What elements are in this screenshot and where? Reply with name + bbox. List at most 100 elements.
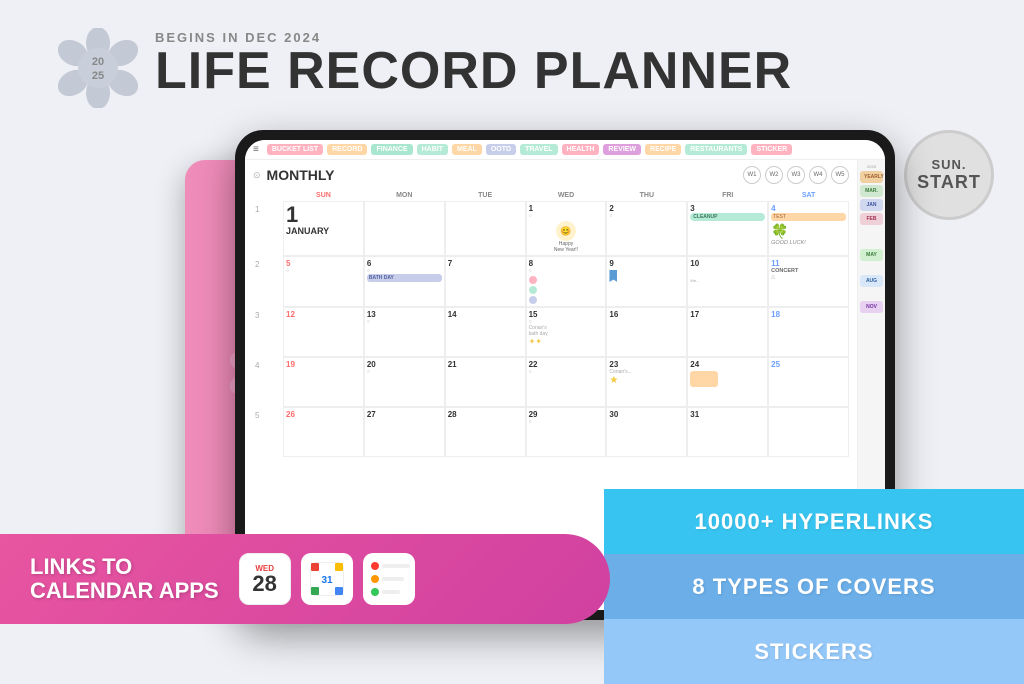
cal-col-wed: WED (526, 190, 607, 201)
cal-cell-wed-1: 1 ○ 😊 Happy New Year!! (526, 201, 607, 256)
svg-text:20: 20 (92, 56, 104, 68)
cal-cell-mon-2: 6 ○ BATH DAY (364, 256, 445, 307)
stickers-banner: STICKERS (604, 619, 1024, 684)
cal-cell-fri-2: 10 We... (687, 256, 768, 307)
covers-text: 8 TYPES OF COVERS (692, 574, 935, 600)
week-badge-5: W5 (831, 166, 849, 184)
cal-cell-wed-4: 22 ○ (526, 357, 607, 407)
cal-cell-sat-4: 25 (768, 357, 849, 407)
side-tab-jan[interactable]: JAN (860, 199, 883, 211)
nav-recipe[interactable]: RECIPE (645, 144, 681, 155)
week-badge-2: W2 (765, 166, 783, 184)
hyperlinks-banner: 10000+ HYPERLINKS (604, 489, 1024, 554)
nav-meal[interactable]: MEAL (452, 144, 482, 155)
cal-col-sat: SAT (768, 190, 849, 201)
side-tab-aug[interactable]: AUG (860, 275, 883, 287)
week-badge-3: W3 (787, 166, 805, 184)
cal-cell-fri-5: 31 (687, 407, 768, 457)
cal-cell-sun-4: 19 (283, 357, 364, 407)
bottom-banner: LINKS TOCALENDAR APPS WED 28 31 (0, 534, 610, 624)
cal-cell-wed-5: 29 ○ (526, 407, 607, 457)
cal-header: ⊙ MONTHLY W1 W2 W3 W4 W5 (253, 166, 849, 184)
cal-cell-fri-4: 24 (687, 357, 768, 407)
row-num-4: 4 (253, 357, 283, 407)
side-tab-nov[interactable]: NOV (860, 301, 883, 313)
week-badge-4: W4 (809, 166, 827, 184)
google-calendar-icon: 31 31 (301, 553, 353, 605)
date-app-icon: WED 28 (239, 553, 291, 605)
cal-cell-thu-4: 23 Conan's... ★ (606, 357, 687, 407)
calendar-apps: WED 28 31 31 (239, 553, 415, 605)
cal-cell-fri-3: 17 (687, 307, 768, 357)
cal-cell-thu-2: 9 (606, 256, 687, 307)
monthly-title: MONTHLY (267, 167, 335, 183)
cal-cell-fri-1: 3 CLEANUP (687, 201, 768, 256)
cal-cell-tue-5: 28 (445, 407, 526, 457)
cal-cell-sat-3: 18 (768, 307, 849, 357)
sun-text: SUN. (931, 157, 966, 172)
cal-col-fri: FRI (687, 190, 768, 201)
cal-col-num (253, 190, 283, 201)
nav-health[interactable]: HEALTH (562, 144, 600, 155)
day-num: 28 (252, 573, 276, 595)
row-num-1: 1 (253, 201, 283, 256)
side-tab-may[interactable]: MAY (860, 249, 883, 261)
week-badges: W1 W2 W3 W4 W5 (743, 166, 849, 184)
cal-cell-sun-2: 5 ○ (283, 256, 364, 307)
svg-text:31: 31 (321, 575, 333, 586)
cal-cell-sat-5 (768, 407, 849, 457)
cal-cell-tue-1 (445, 201, 526, 256)
feature-banners: 10000+ HYPERLINKS 8 TYPES OF COVERS STIC… (604, 489, 1024, 684)
cal-col-mon: MON (364, 190, 445, 201)
cal-cell-sat-1: 4 TEST 🍀 GOOD LUCK! (768, 201, 849, 256)
side-tab-yearly[interactable]: YEARLY (860, 171, 883, 183)
links-text: LINKS TOCALENDAR APPS (30, 555, 219, 603)
cal-col-tue: TUE (445, 190, 526, 201)
sun-start-badge: SUN. START (904, 130, 994, 220)
start-text: START (917, 172, 981, 193)
tablet-nav: ≡ BUCKET LIST RECORD FINANCE HABIT MEAL … (245, 140, 885, 160)
row-num-5: 5 (253, 407, 283, 457)
calendar-grid: SUN MON TUE WED THU FRI SAT 1 1 JANUARY (253, 190, 849, 457)
nav-travel[interactable]: TRAVEL (520, 144, 557, 155)
nav-record[interactable]: RECORD (327, 144, 367, 155)
cal-cell-thu-1: 2 ○ (606, 201, 687, 256)
nav-bucket[interactable]: BUCKET LIST (267, 144, 323, 155)
cal-col-thu: THU (606, 190, 687, 201)
flower-logo: 20 25 (58, 28, 138, 108)
cal-cell-sat-2: 11 CONCERT △ (768, 256, 849, 307)
nav-habit[interactable]: HABIT (417, 144, 448, 155)
hamburger-icon: ≡ (253, 144, 259, 155)
hyperlinks-text: 10000+ HYPERLINKS (695, 509, 934, 535)
reminders-icon (363, 553, 415, 605)
row-num-2: 2 (253, 256, 283, 307)
side-tab-mar[interactable]: MAR. (860, 185, 883, 197)
row-num-3: 3 (253, 307, 283, 357)
nav-review[interactable]: REVIEW (603, 144, 641, 155)
stickers-text: STICKERS (754, 639, 873, 665)
week-badge-1: W1 (743, 166, 761, 184)
cal-cell-mon-3: 13 ○ (364, 307, 445, 357)
cal-cell-sun-5: 26 (283, 407, 364, 457)
main-title: LIFE RECORD PLANNER (155, 45, 792, 97)
cal-cell-tue-2: 7 (445, 256, 526, 307)
cal-cell-thu-3: 16 (606, 307, 687, 357)
cal-cell-mon-5: 27 (364, 407, 445, 457)
cal-cell-tue-4: 21 (445, 357, 526, 407)
header: BEGINS IN DEC 2024 LIFE RECORD PLANNER (155, 30, 792, 97)
cal-cell-jan-label: 1 JANUARY (283, 201, 364, 256)
cal-cell-mon-4: 20 ○ (364, 357, 445, 407)
covers-banner: 8 TYPES OF COVERS (604, 554, 1024, 619)
cal-cell-wed-2: 8 ○ (526, 256, 607, 307)
cal-cell-wed-3: 15 ○ Conan's bath day ✦✦ (526, 307, 607, 357)
nav-ootd[interactable]: OOTD (486, 144, 516, 155)
svg-text:25: 25 (92, 70, 104, 82)
nav-sticker[interactable]: STICKER (751, 144, 792, 155)
cal-col-sun: SUN (283, 190, 364, 201)
nav-finance[interactable]: FINANCE (371, 144, 412, 155)
nav-restaurants[interactable]: RESTAURANTS (685, 144, 747, 155)
side-tab-feb[interactable]: FEB (860, 213, 883, 225)
cal-cell-mon-1 (364, 201, 445, 256)
cal-cell-sun-3: 12 (283, 307, 364, 357)
cal-cell-tue-3: 14 (445, 307, 526, 357)
